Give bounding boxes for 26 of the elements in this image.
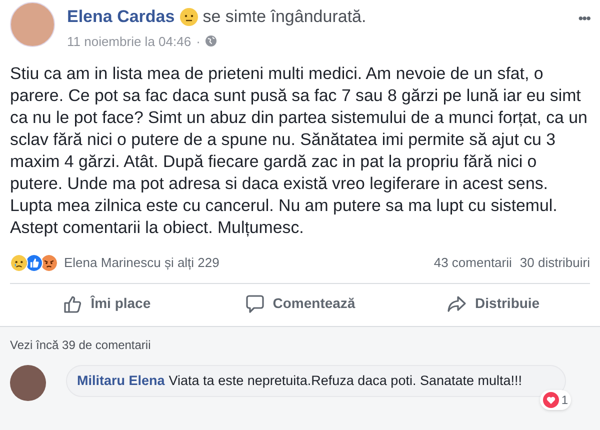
thoughtful-face-icon [180, 8, 198, 26]
like-action-button[interactable]: Îmi place [10, 284, 204, 324]
angry-face-icon [40, 254, 58, 272]
separator-dot: · [196, 32, 200, 50]
commenter-avatar[interactable] [10, 364, 46, 400]
feeling-text: se simte îngândurată. [202, 6, 366, 28]
thumbs-up-icon [62, 294, 83, 314]
globe-icon [205, 35, 218, 48]
share-arrow-icon [447, 294, 468, 314]
post-timestamp[interactable]: 11 noiembrie la 04:46 [67, 32, 192, 51]
shares-count[interactable]: 30 distribuiri [520, 253, 590, 272]
post-text: Stiu ca am in lista mea de prieteni multi medici. Am nevoie de un sfat, o parere. Ce pot sa fac daca sunt pusă sa fac 7 sau 8 gărzi pe lună iar eu simt ca nu le pot face? Simt un abuz din partea sistemului de a munci forțat, ca un sclav fără nici o putere de a spune nu. Sănătatea imi permite să ajut cu 3 maxim 4 gărzi. Atât. După fiecare gardă zac in pat la propriu fără nici o putere. Unde ma pot adresa si daca există vreo legiferare in acest sens. Lupta mea zilnica este cu cancerul. Nu am putere sa ma lupt cu sistemul. Astept comentarii la obiect. Mulțumesc. [9, 63, 588, 239]
comment-author[interactable]: Militaru Elena [77, 372, 165, 388]
more-comments-link[interactable]: Vezi încă 39 de comentarii [10, 338, 151, 352]
comments-count[interactable]: 43 comentarii [434, 253, 512, 272]
comment-action-button[interactable]: Comentează [203, 284, 397, 324]
reaction-count: 1 [561, 392, 568, 408]
comment-reaction-badge[interactable]: 1 [540, 390, 571, 410]
speech-bubble-icon [244, 294, 265, 314]
comment-text: Viata ta este nepretuita.Refuza daca poti. Sanatate multa!!! [168, 372, 522, 388]
more-options-button[interactable]: ••• [578, 8, 590, 29]
reactions-summary[interactable]: Elena Marinescu și alți 229 [64, 253, 220, 272]
thumbs-up-icon [25, 254, 43, 272]
author-name[interactable]: Elena Cardas [67, 4, 175, 30]
sad-face-icon [10, 254, 28, 272]
share-action-button[interactable]: Distribuie [396, 284, 590, 324]
